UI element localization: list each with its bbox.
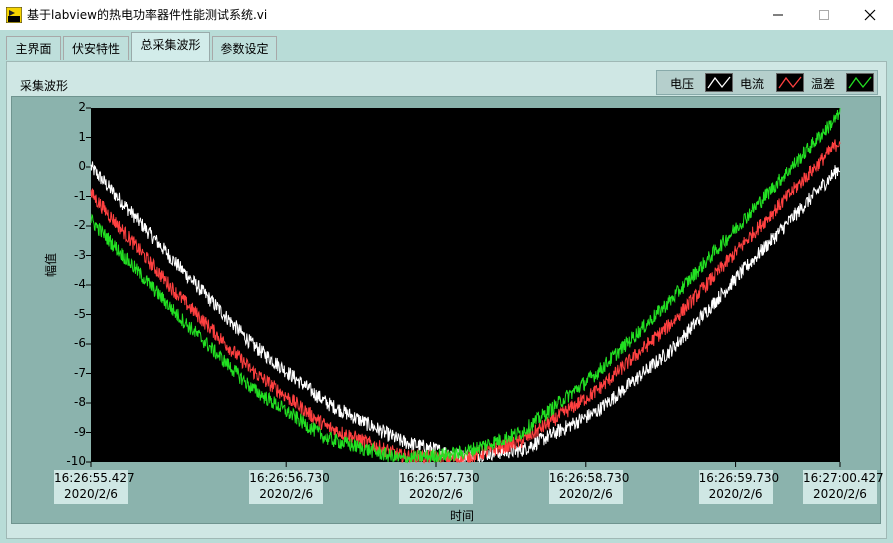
x-tick-label: 16:26:57.730 2020/2/6 (398, 470, 480, 504)
y-tick-label: -10 (66, 454, 86, 468)
x-tick-date: 2020/2/6 (409, 487, 463, 501)
waveform-plot (86, 107, 841, 467)
x-tick-label: 16:27:00.427 2020/2/6 (803, 470, 884, 504)
x-tick-label: 16:26:58.730 2020/2/6 (548, 470, 630, 504)
y-tick-label: 1 (78, 129, 86, 144)
x-tick-date: 2020/2/6 (708, 487, 763, 501)
x-tick-date: 2020/2/6 (259, 487, 314, 501)
x-tick-time: 16:26:56.730 (249, 471, 330, 485)
y-tick-label: 2 (78, 100, 86, 114)
y-tick-label: -3 (74, 247, 86, 262)
x-tick-label: 16:26:59.730 2020/2/6 (698, 470, 780, 504)
y-tick-label: -8 (74, 395, 86, 409)
plot-area[interactable] (91, 108, 840, 462)
y-tick-label: -2 (74, 218, 86, 232)
x-tick-time: 16:26:58.730 (548, 471, 630, 485)
x-tick-date: 2020/2/6 (813, 487, 867, 501)
x-tick-date: 2020/2/6 (64, 487, 118, 501)
y-tick-label: -1 (74, 188, 86, 203)
y-axis-title: 幅值 (44, 252, 58, 277)
x-tick-label: 16:26:55.427 2020/2/6 (54, 470, 135, 504)
y-tick-label: -5 (74, 306, 86, 321)
y-tick-label: -4 (74, 277, 86, 291)
x-tick-time: 16:26:55.427 (54, 471, 135, 485)
y-tick-label: -9 (74, 424, 86, 439)
x-axis-title: 时间 (450, 509, 475, 523)
x-tick-date: 2020/2/6 (558, 487, 613, 501)
x-tick-time: 16:26:59.730 (698, 471, 780, 485)
x-tick-time: 16:26:57.730 (398, 471, 480, 485)
y-tick-label: -7 (74, 365, 86, 380)
y-tick-label: 0 (78, 159, 86, 173)
x-tick-label: 16:26:56.730 2020/2/6 (249, 470, 330, 504)
x-tick-time: 16:27:00.427 (803, 471, 884, 485)
y-tick-label: -6 (74, 336, 86, 350)
